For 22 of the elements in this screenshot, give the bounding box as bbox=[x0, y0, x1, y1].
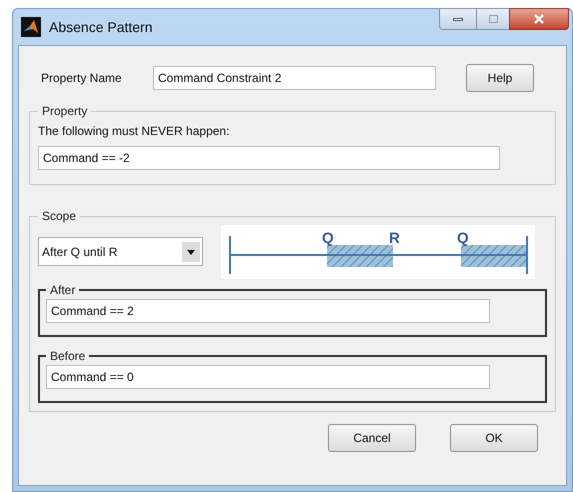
app-logo-icon bbox=[21, 17, 41, 37]
scope-timeline-drawing: Q R Q bbox=[221, 225, 535, 279]
caret-icon bbox=[182, 242, 200, 262]
maximize-button[interactable] bbox=[477, 8, 509, 30]
field-label: Property Name bbox=[41, 70, 123, 87]
dialog-button[interactable]: Cancel bbox=[328, 424, 416, 452]
input-field[interactable]: Command == -2 bbox=[38, 146, 500, 170]
input-field[interactable]: Command Constraint 2 bbox=[153, 66, 436, 90]
minimize-button[interactable] bbox=[439, 8, 477, 30]
group-label: Before bbox=[49, 348, 86, 365]
prompt-text: The following must NEVER happen: bbox=[38, 123, 230, 140]
close-button[interactable] bbox=[509, 8, 569, 30]
scope-dropdown[interactable]: After Q until R bbox=[38, 237, 203, 266]
input-field[interactable]: Command == 2 bbox=[46, 299, 490, 323]
dialog-button[interactable]: OK bbox=[450, 424, 538, 452]
group-label: Property bbox=[41, 103, 88, 120]
close-icon bbox=[533, 14, 545, 24]
help-button[interactable]: Help bbox=[466, 64, 534, 92]
group-label: Scope bbox=[41, 208, 78, 225]
input-field[interactable]: Command == 0 bbox=[46, 365, 490, 389]
group-label: After bbox=[49, 282, 76, 299]
window-title: Absence Pattern bbox=[49, 18, 153, 36]
